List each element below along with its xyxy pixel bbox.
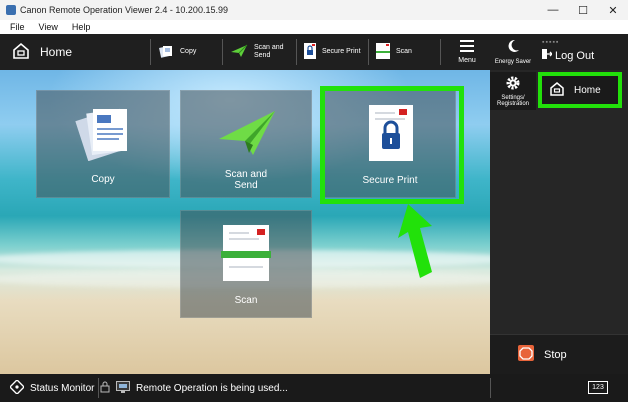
divider — [368, 39, 369, 65]
stop-icon — [518, 345, 534, 364]
settings-label: Settings/ Registration — [496, 95, 529, 107]
close-button[interactable]: ✕ — [598, 0, 628, 20]
highlight-box — [320, 86, 464, 204]
copy-tile-label: Copy — [91, 174, 115, 185]
scan-icon — [376, 42, 390, 62]
quick-scan-button[interactable]: Scan — [376, 34, 412, 70]
status-message-text: Remote Operation is being used... — [136, 382, 288, 394]
home-side-label: Home — [574, 84, 601, 96]
quick-secure-print-label: Secure Print — [322, 48, 361, 55]
scan-icon — [221, 225, 271, 281]
menu-bar: File View Help — [0, 20, 628, 34]
copy-icon — [75, 108, 127, 161]
moon-icon — [506, 39, 520, 55]
top-bar: Home Copy Scan and Send Secure Print Sca… — [0, 34, 490, 70]
divider — [440, 39, 441, 65]
quick-scan-label: Scan — [396, 48, 412, 55]
copy-tile[interactable]: Copy — [36, 90, 170, 198]
energy-saver-label: Energy Saver — [494, 59, 532, 65]
menu-label: Menu — [458, 57, 476, 64]
hamburger-icon — [460, 40, 474, 54]
status-monitor-label: Status Monitor — [30, 382, 95, 394]
scan-tile-label: Scan — [234, 295, 258, 306]
quick-secure-print-button[interactable]: Secure Print — [304, 34, 361, 70]
menu-help[interactable]: Help — [72, 22, 91, 32]
divider — [490, 378, 491, 398]
menu-view[interactable]: View — [39, 22, 58, 32]
title-bar: Canon Remote Operation Viewer 2.4 - 10.2… — [0, 0, 628, 20]
secure-print-icon — [304, 42, 316, 62]
energy-saver-button[interactable]: Energy Saver — [490, 34, 536, 70]
home-label: Home — [40, 45, 73, 59]
quick-scan-send-button[interactable]: Scan and Send — [230, 34, 284, 70]
remote-icon — [116, 380, 130, 396]
home-side-button[interactable]: Home — [538, 72, 622, 108]
maximize-button[interactable]: ☐ — [568, 0, 598, 20]
logout-label: Log Out — [555, 49, 595, 62]
user-name: ▪▪▪▪▪ — [542, 39, 560, 46]
settings-registration-button[interactable]: Settings/ Registration — [490, 72, 536, 110]
minimize-button[interactable]: — — [538, 0, 568, 20]
keypad-button[interactable]: 123 — [588, 381, 608, 394]
status-monitor-icon — [8, 378, 26, 397]
stop-label: Stop — [544, 348, 567, 361]
quick-scan-send-label: Scan and Send — [254, 44, 284, 59]
lock-icon — [100, 381, 110, 396]
logout-button[interactable]: ▪▪▪▪▪ Log Out — [536, 34, 628, 70]
right-panel: Energy Saver ▪▪▪▪▪ Log Out Settings/ Reg… — [490, 34, 628, 374]
scan-and-send-tile-label: Scan and Send — [224, 169, 268, 191]
divider — [150, 39, 151, 65]
home-screen: Copy Scan and Send Secure Print Scan — [0, 70, 490, 374]
divider — [98, 378, 99, 398]
logout-icon — [542, 49, 553, 62]
menu-button[interactable]: Menu — [447, 34, 487, 70]
window-controls: — ☐ ✕ — [538, 0, 628, 20]
home-button[interactable]: Home — [0, 34, 150, 70]
copy-icon — [158, 43, 174, 62]
status-monitor-button[interactable]: Status Monitor — [0, 374, 98, 402]
divider — [222, 39, 223, 65]
home-icon — [550, 81, 564, 99]
menu-file[interactable]: File — [10, 22, 25, 32]
scan-send-icon — [230, 43, 248, 62]
window-title: Canon Remote Operation Viewer 2.4 - 10.2… — [20, 5, 228, 15]
status-message: Remote Operation is being used... — [100, 374, 288, 402]
quick-copy-label: Copy — [180, 48, 197, 55]
scan-tile[interactable]: Scan — [180, 210, 312, 318]
app-icon — [6, 5, 16, 15]
stop-button[interactable]: Stop — [490, 334, 628, 374]
status-bar: Status Monitor Remote Operation is being… — [0, 374, 628, 402]
arrow-annotation-icon — [398, 204, 432, 278]
divider — [296, 39, 297, 65]
home-icon — [12, 42, 30, 63]
scan-send-icon — [219, 111, 275, 155]
gear-icon — [505, 75, 521, 93]
scan-and-send-tile[interactable]: Scan and Send — [180, 90, 312, 198]
quick-copy-button[interactable]: Copy — [158, 34, 196, 70]
